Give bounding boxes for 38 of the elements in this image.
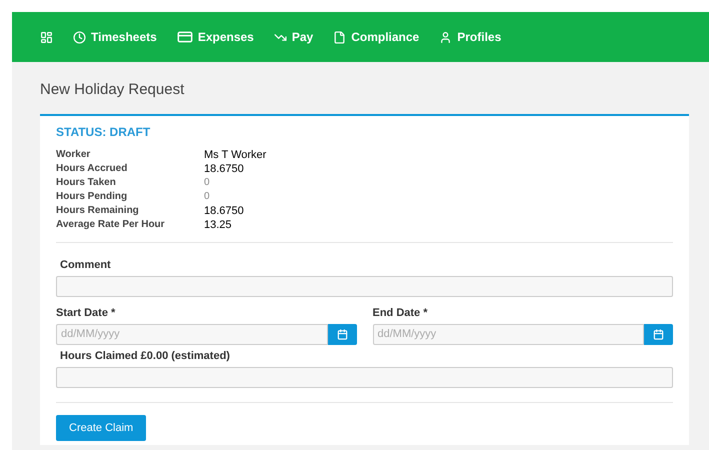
detail-value: Ms T Worker — [204, 148, 268, 162]
hours-field[interactable] — [56, 367, 673, 388]
document-icon — [333, 30, 346, 44]
detail-value: 13.25 — [204, 218, 233, 232]
status-heading: STATUS: DRAFT — [56, 124, 152, 140]
clock-icon — [73, 30, 86, 44]
detail-value: 18.6750 — [204, 204, 245, 218]
detail-value: 0 — [204, 176, 211, 190]
detail-label: Hours Accrued — [56, 162, 128, 176]
nav-link[interactable] — [40, 30, 53, 44]
user-icon — [439, 30, 452, 44]
nav-link[interactable]: Expenses — [176, 28, 254, 46]
date-field[interactable]: dd/MM/yyyy — [372, 324, 644, 344]
field-label: End Date * — [372, 306, 429, 321]
field-label: Comment — [60, 258, 112, 272]
detail-value: 18.6750 — [204, 162, 245, 176]
field-label: Start Date * — [56, 306, 116, 321]
detail-label: Hours Remaining — [56, 204, 140, 218]
card-icon — [176, 29, 193, 45]
calendar-icon — [653, 328, 664, 340]
detail-label: Hours Taken — [56, 176, 117, 190]
detail-label: Worker — [56, 148, 92, 162]
nav-link[interactable]: Profiles — [439, 28, 502, 46]
dashboard-icon — [40, 30, 53, 44]
calendar-button[interactable] — [328, 324, 356, 344]
comment-field[interactable] — [56, 276, 673, 297]
create-claim-button[interactable]: Create Claim — [56, 415, 146, 442]
nav-link[interactable]: Timesheets — [73, 28, 157, 46]
nav-link[interactable]: Compliance — [333, 28, 420, 46]
nav-link[interactable]: Pay — [274, 28, 314, 46]
date-field[interactable]: dd/MM/yyyy — [56, 324, 328, 344]
detail-label: Average Rate Per Hour — [56, 218, 166, 232]
detail-label: Hours Pending — [56, 190, 128, 204]
calendar-button[interactable] — [644, 324, 673, 344]
field-label: Hours Claimed £0.00 (estimated) — [60, 348, 231, 364]
detail-value: 0 — [204, 190, 211, 204]
calendar-icon — [336, 328, 348, 340]
page-title: New Holiday Request — [40, 80, 186, 100]
